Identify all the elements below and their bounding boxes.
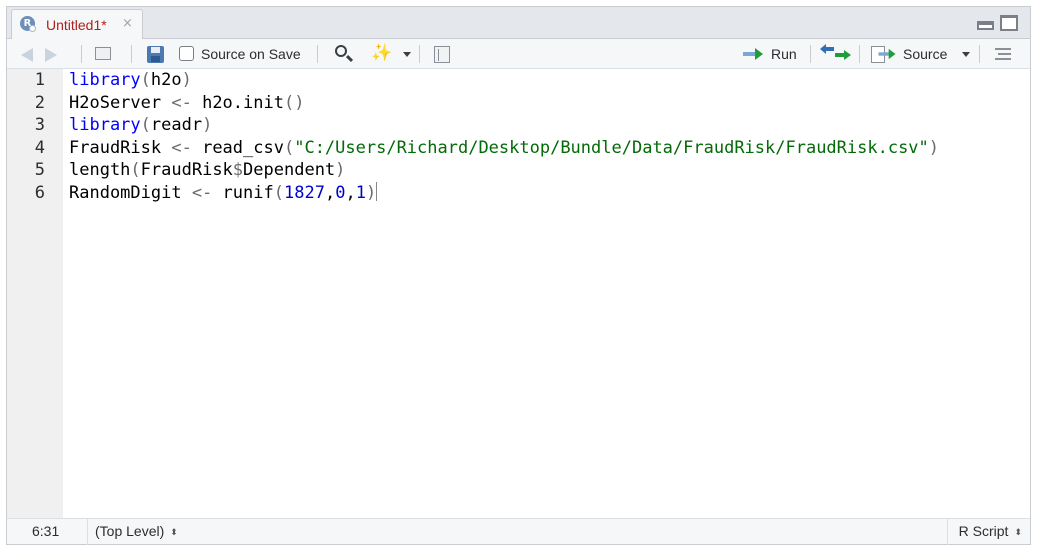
code-token: "C:/Users/Richard/Desktop/Bundle/Data/Fr… [294,137,929,158]
minimize-icon[interactable] [977,21,994,30]
updown-icon: ⬍ [170,527,178,537]
line-number: 4 [34,137,45,158]
close-icon[interactable]: × [122,16,133,31]
code-token: FraudRisk [140,160,233,180]
chevron-down-icon[interactable] [403,51,411,57]
toolbar-divider [317,45,318,63]
cursor-position: 6:31 [32,523,60,539]
code-token: <- [171,92,192,113]
code-line[interactable]: FraudRisk <- read_csv("C:/Users/Richard/… [69,137,939,160]
status-divider [947,519,948,545]
code-token: ) [181,70,192,90]
scope-label: (Top Level) [95,523,165,539]
magic-wand-icon[interactable]: ✨ [371,43,392,63]
code-token: ( [140,70,151,90]
line-number: 6 [34,182,45,203]
run-label: Run [771,46,797,62]
code-token: () [283,92,305,113]
status-bar: 6:31 (Top Level) ⬍ R Script ⬍ [7,518,1030,545]
source-options-chevron-down-icon[interactable] [962,51,970,57]
toolbar-divider [859,45,860,63]
back-arrow-icon[interactable] [21,48,33,62]
status-divider [87,519,88,545]
code-token: , [324,182,336,203]
code-token: ( [140,115,151,135]
source-on-save-checkbox[interactable] [179,46,194,61]
save-icon[interactable] [147,46,164,63]
code-token: 0 [335,182,346,203]
compile-notebook-icon[interactable] [434,46,450,63]
code-token: <- [191,182,213,203]
code-token: read_csv [191,137,284,158]
maximize-icon[interactable] [1000,15,1018,31]
code-token: runif [212,182,274,203]
line-number: 3 [34,115,45,135]
tab-untitled1[interactable]: R Untitled1* × [11,9,143,40]
run-button[interactable]: Run [743,39,797,69]
search-icon[interactable] [335,45,347,57]
code-token: ) [335,160,346,180]
source-editor-pane: R Untitled1* × Source on Save ✨ Run Sour… [6,6,1031,545]
code-line[interactable]: library(h2o) [69,69,939,92]
file-type-label: R Script [958,523,1009,539]
code-token: FraudRisk [69,137,172,158]
toolbar-divider [810,45,811,63]
source-on-save-label: Source on Save [201,46,301,62]
code-token: ( [130,160,141,180]
line-number: 2 [34,92,45,113]
code-token: readr [150,115,203,135]
line-number: 1 [34,70,45,90]
code-token: , [345,182,356,203]
code-token: library [69,70,141,90]
toolbar-divider [979,45,980,63]
show-in-window-icon[interactable] [95,47,111,60]
code-token: ) [365,182,377,203]
code-token: h2o [150,70,182,90]
code-content[interactable]: library(h2o) H2oServer <- h2o.init() libra… [69,69,939,204]
text-cursor [376,181,378,201]
outline-icon[interactable] [995,48,1011,60]
toolbar-divider [131,45,132,63]
tab-title: Untitled1* [46,17,107,33]
code-token: library [69,115,141,135]
source-label: Source [903,46,948,62]
toolbar-divider [419,45,420,63]
code-line[interactable]: RandomDigit <- runif(1827,0,1) [69,181,939,205]
code-token: h2o.init [191,92,284,113]
line-number-gutter: 1 2 3 4 5 6 [7,69,63,520]
code-token: $ [232,160,244,180]
code-editor[interactable]: 1 2 3 4 5 6 library(h2o) H2oServer <- h2o… [7,69,1030,520]
source-arrow-icon [878,48,896,60]
scope-selector[interactable]: (Top Level) ⬍ [95,523,178,539]
line-number: 5 [34,160,45,180]
toolbar-divider [81,45,82,63]
code-token: RandomDigit [69,182,192,203]
editor-tab-strip: R Untitled1* × [7,7,1030,40]
code-token: ( [273,182,284,203]
code-token: ( [283,137,295,158]
code-line[interactable]: length(FraudRisk$Dependent) [69,159,939,182]
code-token: Dependent [243,160,336,180]
r-logo-icon: R [20,16,36,32]
code-line[interactable]: library(readr) [69,114,939,137]
code-token: 1 [355,182,366,203]
forward-arrow-icon[interactable] [45,48,57,62]
code-token: length [69,160,131,180]
code-token: ) [928,137,940,158]
code-token: ) [202,115,213,135]
rerun-icon[interactable] [820,44,851,61]
file-type-selector[interactable]: R Script ⬍ [959,523,1022,539]
code-line[interactable]: H2oServer <- h2o.init() [69,92,939,115]
code-token: <- [171,137,192,158]
code-token: 1827 [283,182,325,203]
updown-icon: ⬍ [1014,527,1022,537]
code-token: H2oServer [69,92,172,113]
editor-toolbar: Source on Save ✨ Run Source [7,39,1030,69]
run-arrow-icon [743,48,763,60]
source-button[interactable]: Source [871,39,947,69]
